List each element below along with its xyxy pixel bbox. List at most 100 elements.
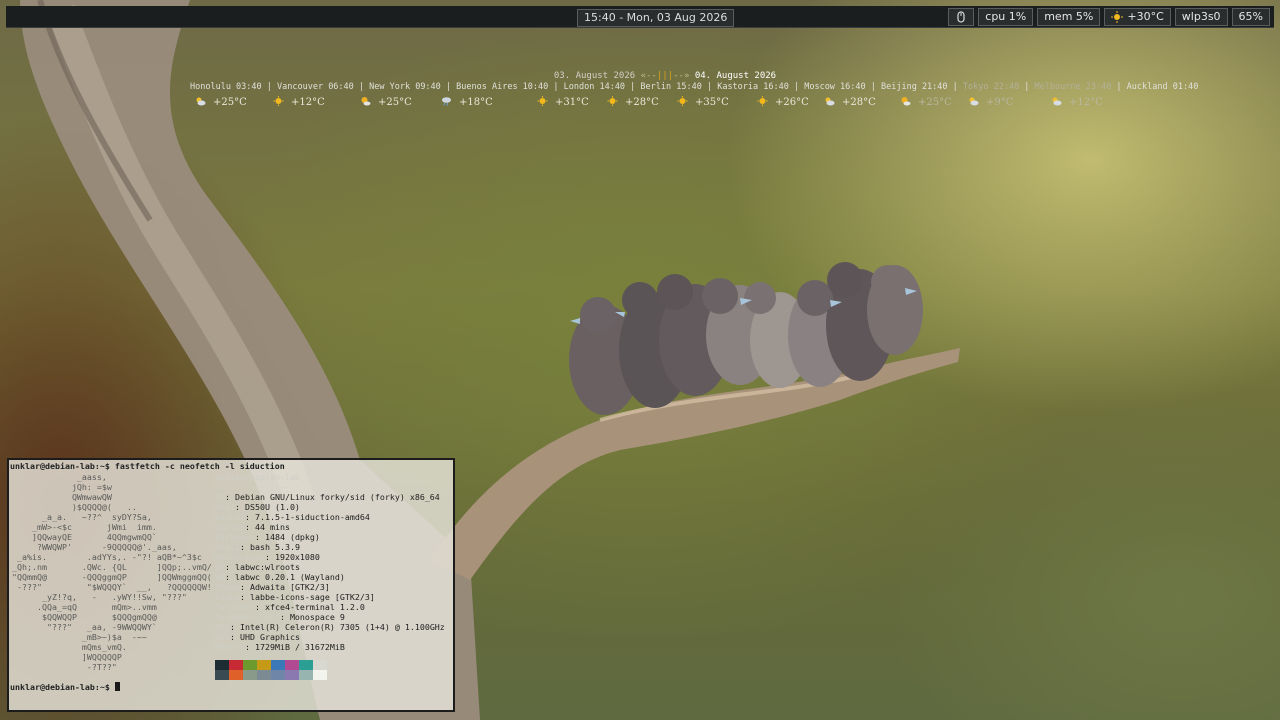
info-value: Debian GNU/Linux forky/sid (forky) x86_6… [235,492,440,502]
info-value: 7.1.5-1-siduction-amd64 [254,512,370,522]
info-value: labbe-icons-sage [GTK2/3] [249,592,375,602]
palette-swatch [313,670,327,680]
palette-swatch [257,660,271,670]
date-arrow-left: «-- [640,71,657,81]
city-temp: +35°C [695,97,729,108]
city-temp: +25°C [918,97,952,108]
weather-temp: +30°C [1127,10,1164,23]
info-key: Kernel [215,512,245,522]
distro-logo-ascii: _aass, jQh: =$w QWmwawQW )$QQQQ@( .. _a_… [12,472,212,672]
palette-swatch [215,660,229,670]
partly-cloudy-icon [1052,97,1062,106]
city-label: London 14:40 [563,82,626,92]
sun-icon [757,96,768,106]
info-key: Icons [215,592,240,602]
city-label: Melbourne 23:40 [1034,82,1112,92]
palette-swatch [299,670,313,680]
palette-swatch [271,660,285,670]
city-temp: +25°C [213,97,247,108]
city-temp: +12°C [1069,97,1103,108]
cpu-indicator[interactable]: cpu 1% [978,8,1034,26]
info-value: Adwaita [GTK2/3] [249,582,330,592]
city-temp: +18°C [459,97,493,108]
weather-indicator[interactable]: +30°C [1104,8,1171,26]
city-label: Auckland 01:40 [1126,82,1199,92]
command-line: unklar@debian-lab:~$ fastfetch -c neofet… [10,461,285,471]
info-key: DE [215,562,225,572]
city-label: Tokyo 22:40 [962,82,1020,92]
city-weather: +18°C [441,96,493,108]
city-weather: +28°C [824,96,876,108]
mem-indicator[interactable]: mem 5% [1037,8,1101,26]
text-cursor [114,682,120,691]
info-value: labwc:wlroots [235,562,300,572]
palette-swatch [285,670,299,680]
date-today: 03. August 2026 [553,71,636,81]
partly-cloudy-icon [196,97,206,106]
city-label: Vancouver 06:40 [277,82,354,92]
input-prompt[interactable]: unklar@debian-lab:~$ [10,682,120,692]
city-label: Buenos Aires 10:40 [456,82,549,92]
info-key: Terminal [215,602,255,612]
world-clock-temps: +25°C +12°C +25°C +18°C +31°C +28°C +35°… [0,96,1280,110]
palette-swatch [285,660,299,670]
info-key: Terminal Font [215,612,280,622]
info-value: 1484 (dpkg) [264,532,320,542]
city-label: Kastoria 16:40 [717,82,789,92]
city-temp: +26°C [775,97,809,108]
city-weather: +25°C [360,96,412,108]
network-indicator[interactable]: wlp3s0 [1174,8,1228,26]
palette-swatch [299,660,313,670]
prompt-text: unklar@debian-lab:~$ [10,682,110,692]
rain-cloud-icon [442,97,451,106]
info-value: bash 5.3.9 [249,542,300,552]
city-weather: +25°C [900,96,952,108]
battery-indicator[interactable]: 65% [1231,8,1270,26]
sun-cloud-icon [361,97,371,106]
city-weather: +28°C [607,96,659,108]
clock-widget[interactable]: 15:40 - Mon, 03 Aug 2026 [577,9,735,27]
info-key: Host [215,502,235,512]
city-label: New York 09:40 [369,82,441,92]
city-weather: +12°C [1051,96,1103,108]
system-tray: cpu 1% mem 5% +30°C wlp3s0 65% [948,8,1270,26]
terminal-window[interactable]: unklar@debian-lab:~$ fastfetch -c neofet… [7,458,455,712]
color-palette [215,660,327,680]
info-value: 1920x1080 [274,552,320,562]
palette-swatch [229,670,243,680]
city-label: Honolulu 03:40 [190,82,262,92]
sun-icon [1111,11,1124,23]
info-key: Shell [215,542,240,552]
city-temp: +25°C [378,97,412,108]
palette-swatch [243,660,257,670]
sun-icon [537,96,548,106]
info-value: DS50U (1.0) [244,502,300,512]
city-weather: +9°C [968,96,1013,108]
palette-swatch [243,670,257,680]
palette-swatch [257,670,271,680]
system-info: unklar@debian-lab ----------------- OS: … [215,472,445,652]
sun-icon [677,96,688,106]
info-key: WM [215,572,225,582]
city-weather: +26°C [757,96,809,108]
city-temp: +9°C [986,97,1014,108]
info-key: Uptime [215,522,245,532]
city-label: Beijing 21:40 [881,82,948,92]
info-value: xfce4-terminal 1.2.0 [264,602,365,612]
info-value: Monospace 9 [289,612,345,622]
info-key: OS [215,492,225,502]
palette-swatch [313,660,327,670]
sun-icon [273,96,284,106]
info-header-rule: ----------------- [215,482,300,492]
partly-cloudy-icon [969,97,979,106]
city-weather: +12°C [273,96,325,108]
mouse-icon [955,11,967,23]
city-label: Moscow 16:40 [804,82,866,92]
palette-swatch [215,670,229,680]
info-value: Intel(R) Celeron(R) 7305 (1+4) @ 1.100GH… [240,622,445,632]
city-weather: +25°C [195,96,247,108]
info-key: Theme [215,582,240,592]
info-key: CPU [215,622,230,632]
info-value: labwc 0.20.1 (Wayland) [235,572,345,582]
mouse-button[interactable] [948,8,975,26]
